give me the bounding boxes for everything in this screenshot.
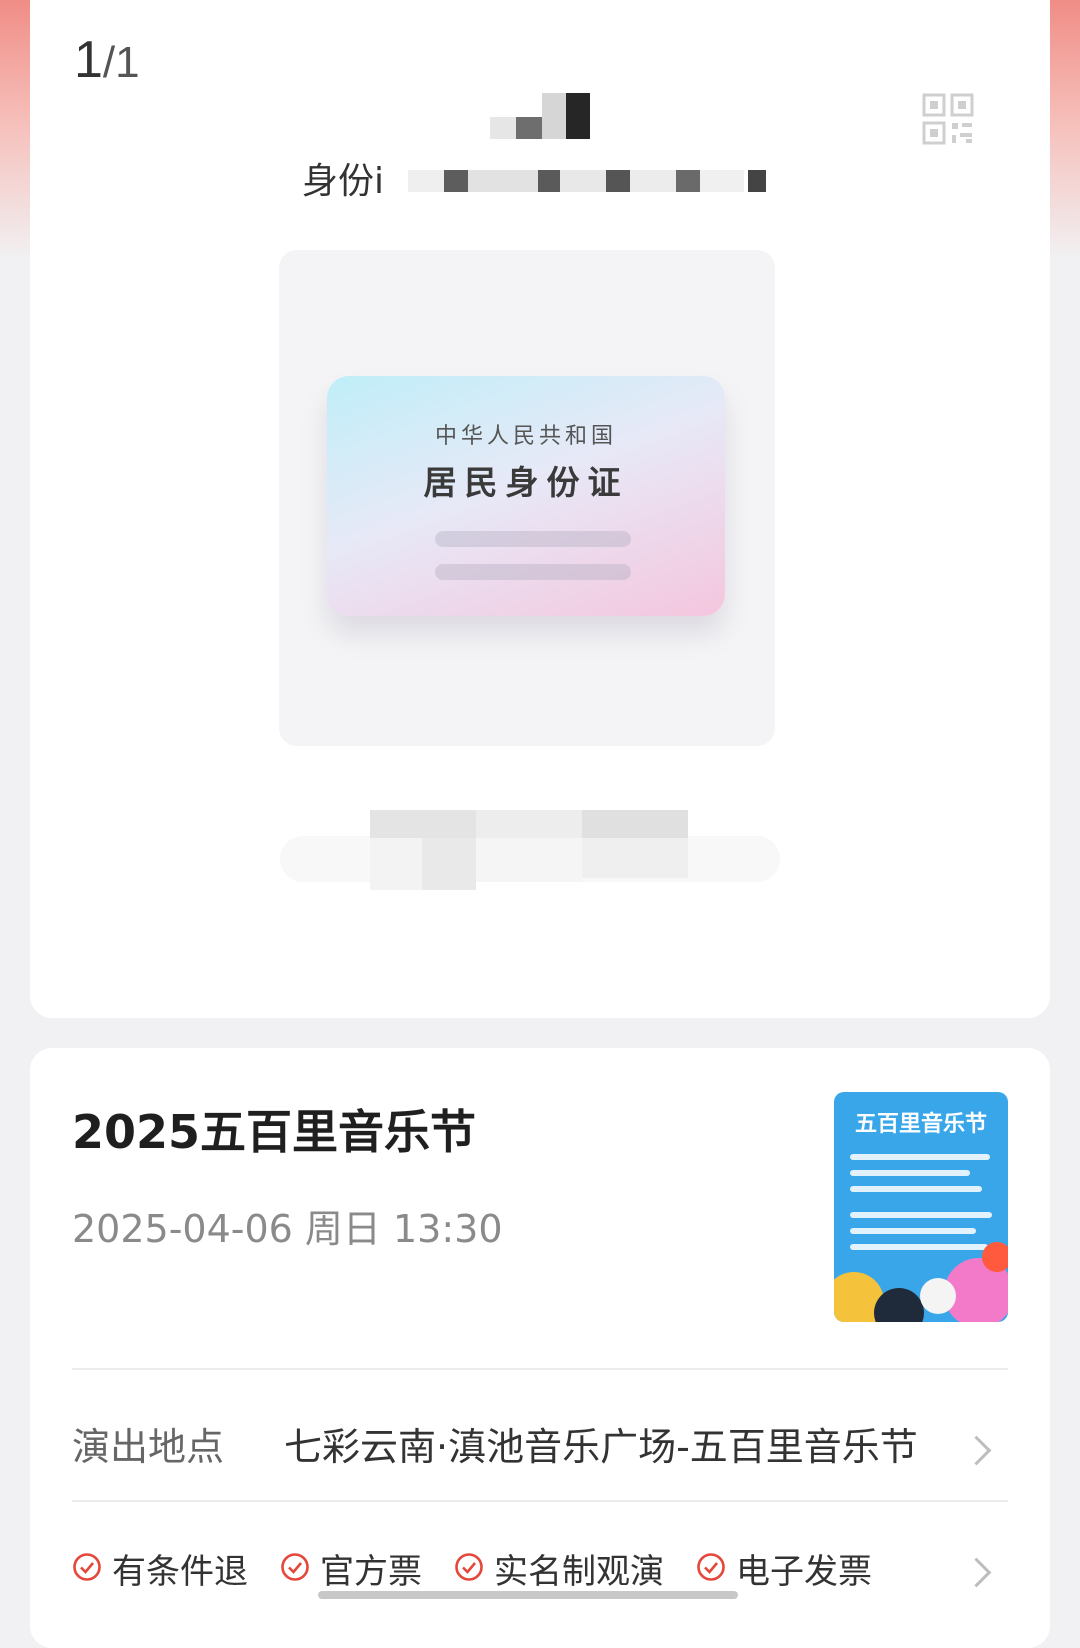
divider xyxy=(72,1500,1008,1502)
check-circle-icon xyxy=(455,1553,483,1581)
event-datetime: 2025-04-06 周日 13:30 xyxy=(72,1207,503,1251)
page-total: /1 xyxy=(102,38,140,87)
venue-value: 七彩云南·滇池音乐广场-五百里音乐节 xyxy=(284,1425,918,1469)
chevron-right-icon[interactable] xyxy=(961,1557,992,1588)
feature-label: 实名制观演 xyxy=(494,1552,664,1592)
check-circle-icon xyxy=(697,1553,725,1581)
feature-label: 官方票 xyxy=(320,1552,422,1592)
masked-holder-name xyxy=(490,93,610,143)
event-card: 2025五百里音乐节 2025-04-06 周日 13:30 五百里音乐节 演出… xyxy=(30,1048,1050,1648)
event-title: 2025五百里音乐节 xyxy=(72,1105,477,1159)
divider xyxy=(72,1368,1008,1370)
home-indicator[interactable] xyxy=(318,1591,738,1599)
ticket-card: 1/1 身份i 中华人民共和国 居民身份证 xyxy=(30,0,1050,1018)
feature-label: 有条件退 xyxy=(112,1552,248,1592)
qr-code-icon[interactable] xyxy=(922,93,974,145)
event-poster[interactable]: 五百里音乐节 xyxy=(834,1092,1008,1322)
blurred-ticket-code xyxy=(270,810,790,900)
id-card-panel: 中华人民共和国 居民身份证 xyxy=(279,250,775,746)
page-current: 1 xyxy=(74,31,103,89)
feature-label: 电子发票 xyxy=(736,1552,872,1592)
page-counter: 1/1 xyxy=(74,30,140,90)
id-card-line xyxy=(435,564,631,580)
id-card-country: 中华人民共和国 xyxy=(434,424,617,449)
check-circle-icon xyxy=(281,1553,309,1581)
id-card-line xyxy=(435,531,631,547)
masked-id-number xyxy=(408,164,788,194)
id-card-illustration: 中华人民共和国 居民身份证 xyxy=(327,376,725,616)
poster-title: 五百里音乐节 xyxy=(854,1112,987,1137)
id-number-row: 身份i xyxy=(30,152,1050,212)
check-circle-icon xyxy=(73,1553,101,1581)
venue-label: 演出地点 xyxy=(72,1425,225,1469)
chevron-right-icon xyxy=(961,1435,992,1466)
id-type-label: 身份i xyxy=(302,161,385,202)
id-card-title: 居民身份证 xyxy=(423,463,629,502)
